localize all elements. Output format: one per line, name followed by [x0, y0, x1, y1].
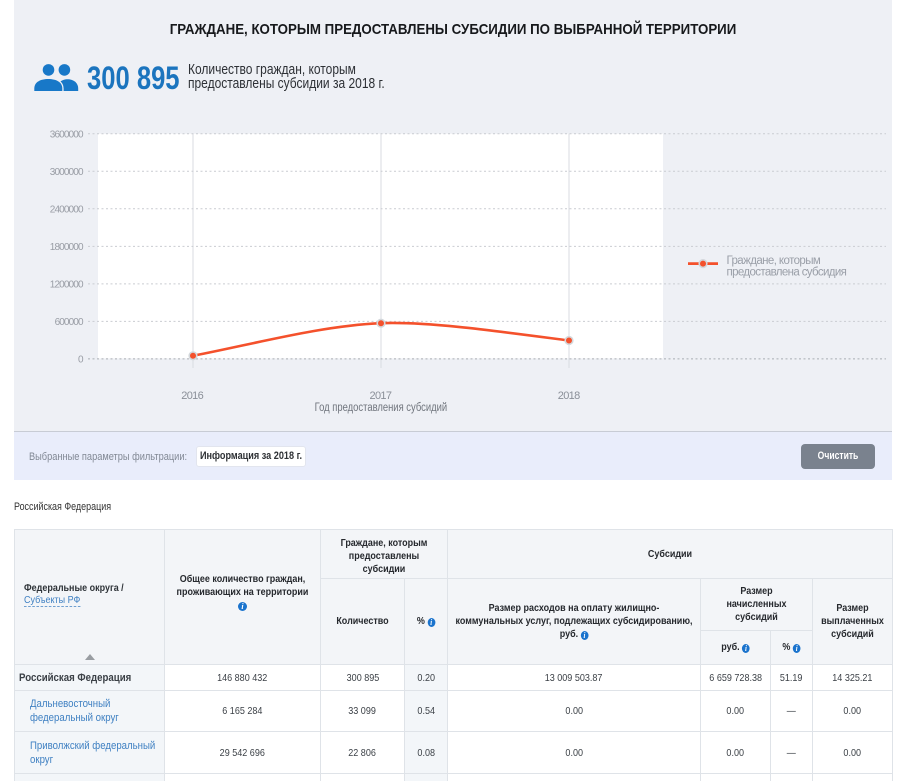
svg-text:2017: 2017 — [370, 390, 392, 402]
svg-text:1200000: 1200000 — [50, 280, 84, 291]
svg-text:3000000: 3000000 — [50, 167, 84, 178]
svg-text:1800000: 1800000 — [50, 242, 84, 253]
svg-text:3600000: 3600000 — [50, 129, 84, 140]
svg-text:600000: 600000 — [55, 317, 84, 328]
svg-text:Год предоставления субсидий: Год предоставления субсидий — [315, 402, 448, 414]
svg-text:2400000: 2400000 — [50, 204, 84, 215]
svg-text:Граждане, которым: Граждане, которым — [727, 255, 821, 267]
svg-text:2016: 2016 — [181, 390, 203, 402]
svg-text:предоставлена субсидия: предоставлена субсидия — [727, 267, 847, 279]
svg-text:0: 0 — [78, 355, 84, 366]
svg-text:2018: 2018 — [558, 390, 580, 402]
